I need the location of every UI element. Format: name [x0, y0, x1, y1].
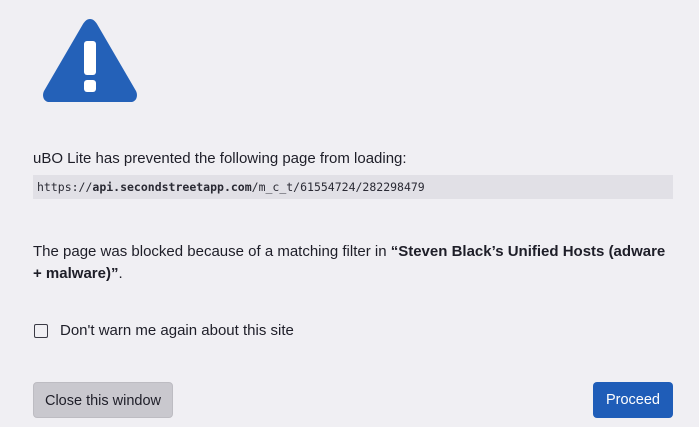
dont-warn-label: Don't warn me again about this site	[60, 322, 294, 339]
intro-text: uBO Lite has prevented the following pag…	[33, 150, 407, 167]
url-prefix: https://	[37, 180, 93, 194]
url-path: /m_c_t/61554724/282298479	[251, 180, 425, 194]
reason-end: .	[118, 265, 123, 282]
proceed-button[interactable]: Proceed	[593, 382, 673, 418]
dont-warn-checkbox[interactable]	[34, 323, 48, 338]
reason-text: The page was blocked because of a matchi…	[33, 243, 391, 260]
blocked-page: uBO Lite has prevented the following pag…	[0, 0, 699, 427]
warning-triangle-icon	[43, 19, 137, 102]
dont-warn-option[interactable]: Don't warn me again about this site	[33, 322, 294, 339]
blocked-url: https://api.secondstreetapp.com/m_c_t/61…	[33, 175, 673, 199]
url-host: api.secondstreetapp.com	[92, 180, 252, 194]
close-window-button[interactable]: Close this window	[33, 382, 173, 418]
block-reason: The page was blocked because of a matchi…	[33, 241, 673, 285]
